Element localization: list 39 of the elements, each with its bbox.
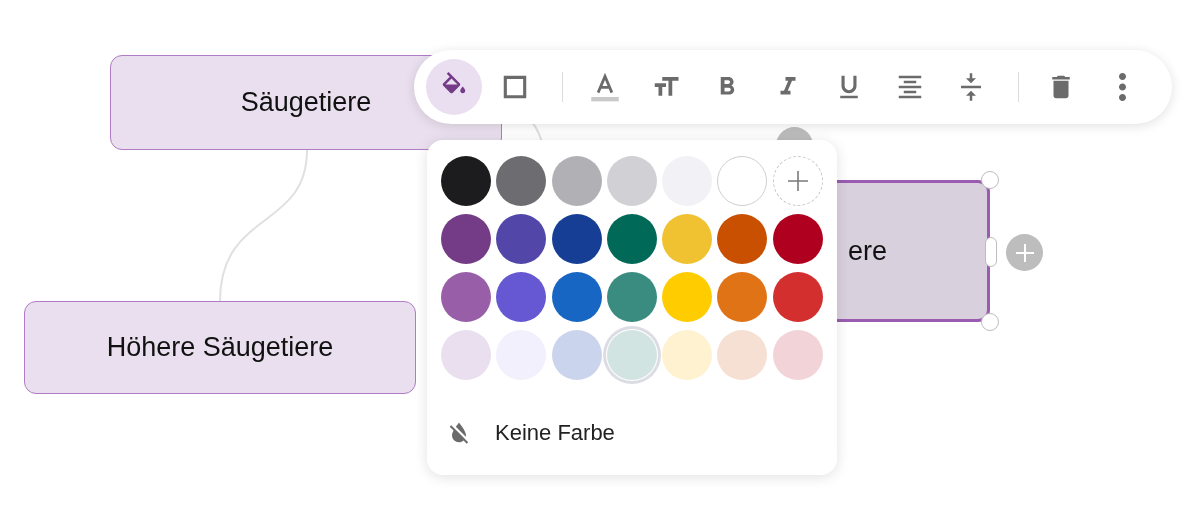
resize-handle[interactable]: [981, 171, 999, 189]
resize-handle[interactable]: [985, 237, 997, 267]
color-swatch[interactable]: [441, 156, 491, 206]
color-swatch[interactable]: [717, 156, 768, 206]
toolbar-button[interactable]: [426, 59, 482, 115]
plus-icon: [1013, 241, 1036, 264]
node-label: Säugetiere: [240, 86, 372, 120]
color-swatch[interactable]: [717, 330, 768, 380]
color-swatch[interactable]: [662, 330, 713, 380]
add-node-button[interactable]: [1006, 234, 1043, 271]
color-swatch[interactable]: [662, 214, 713, 264]
color-swatch[interactable]: [717, 272, 768, 322]
node-label: Höhere Säugetiere: [106, 331, 334, 365]
color-swatch[interactable]: [496, 214, 547, 264]
color-swatch[interactable]: [496, 272, 547, 322]
color-swatch[interactable]: [606, 214, 657, 264]
color-swatch[interactable]: [662, 272, 713, 322]
color-swatch[interactable]: [551, 214, 602, 264]
color-swatch[interactable]: [441, 330, 491, 380]
color-swatch[interactable]: [551, 156, 602, 206]
color-swatch[interactable]: [441, 272, 491, 322]
more-icon: [1117, 72, 1127, 102]
plus-icon: [786, 170, 809, 192]
color-swatch[interactable]: [606, 272, 657, 322]
color-swatch[interactable]: [606, 156, 657, 206]
color-swatch[interactable]: [772, 214, 823, 264]
color-swatch[interactable]: [441, 214, 491, 264]
text-color-icon: [590, 72, 620, 102]
node-label: ere: [847, 234, 887, 268]
mind-map-node[interactable]: Höhere Säugetiere: [24, 301, 416, 394]
resize-handle[interactable]: [981, 313, 999, 331]
color-swatch[interactable]: [496, 156, 547, 206]
color-swatch[interactable]: [551, 272, 602, 322]
color-swatch[interactable]: [606, 330, 657, 380]
color-swatch[interactable]: [551, 330, 602, 380]
color-swatch[interactable]: [772, 272, 823, 322]
color-swatch[interactable]: [717, 214, 768, 264]
no-color-option[interactable]: Keine Farbe: [441, 416, 615, 449]
color-swatch[interactable]: [772, 330, 823, 380]
